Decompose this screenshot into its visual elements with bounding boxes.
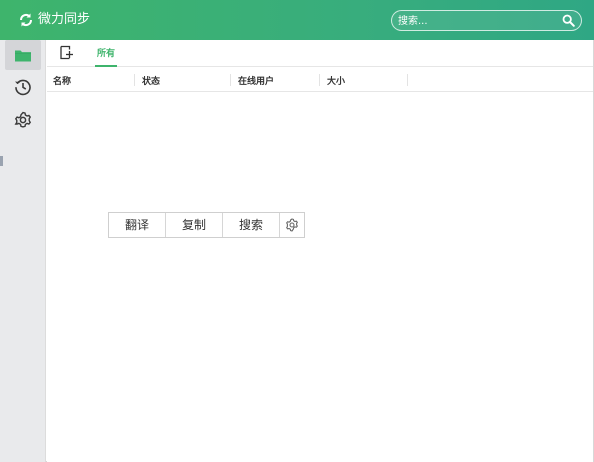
sidebar-item-settings[interactable] xyxy=(5,105,41,135)
column-divider[interactable] xyxy=(407,74,408,86)
add-folder-icon[interactable] xyxy=(59,45,74,60)
tab-bar: 所有 xyxy=(47,40,593,67)
column-online-users[interactable]: 在线用户 xyxy=(238,74,274,87)
history-icon xyxy=(15,79,31,96)
column-header: 名称 状态 在线用户 大小 xyxy=(47,68,593,92)
sidebar-item-history[interactable] xyxy=(5,72,41,102)
main-panel: 所有 名称 状态 在线用户 大小 xyxy=(47,40,593,462)
app-title: 微力同步 xyxy=(38,12,91,27)
search-icon[interactable] xyxy=(562,14,575,27)
folder-icon xyxy=(15,50,31,61)
column-name[interactable]: 名称 xyxy=(53,74,71,87)
search-button[interactable]: 搜索 xyxy=(223,213,280,237)
sidebar-item-folders[interactable] xyxy=(5,40,41,70)
copy-button[interactable]: 复制 xyxy=(166,213,223,237)
column-size[interactable]: 大小 xyxy=(327,74,345,87)
toolbar-settings-button[interactable] xyxy=(280,213,304,237)
app-window: 微力同步 搜索... 所有 名称 状态 在线用户 大小 翻译 复制 搜索 xyxy=(0,0,594,462)
column-divider[interactable] xyxy=(319,74,320,86)
column-divider[interactable] xyxy=(134,74,135,86)
sidebar xyxy=(0,40,46,462)
search-input[interactable] xyxy=(398,13,558,29)
settings-icon xyxy=(14,111,32,128)
title-bar: 微力同步 xyxy=(0,0,594,40)
translate-button[interactable]: 翻译 xyxy=(109,213,166,237)
sync-icon xyxy=(19,13,33,27)
gear-icon xyxy=(286,218,298,232)
search-box[interactable] xyxy=(391,10,582,31)
selection-toolbar: 翻译 复制 搜索 xyxy=(108,212,305,238)
column-status[interactable]: 状态 xyxy=(142,74,160,87)
column-divider[interactable] xyxy=(230,74,231,86)
window-edge-marker xyxy=(0,156,3,166)
tab-all[interactable]: 所有 xyxy=(95,46,117,67)
